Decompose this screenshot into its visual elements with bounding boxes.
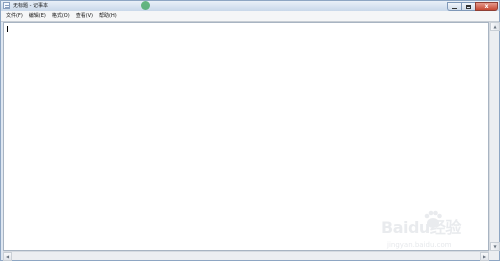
minimize-icon [452, 7, 457, 9]
close-button[interactable]: x [475, 2, 498, 11]
close-icon: x [484, 3, 489, 10]
menu-bar: 文件(F) 编辑(E) 格式(O) 查看(V) 帮助(H) [1, 11, 499, 22]
scroll-up-button[interactable]: ▲ [490, 22, 500, 31]
chevron-up-icon: ▲ [493, 24, 497, 29]
notepad-icon[interactable] [3, 2, 10, 9]
menu-edit[interactable]: 编辑(E) [26, 11, 49, 21]
minimize-button[interactable] [447, 2, 461, 11]
watermark-url: jingyan.baidu.com [387, 241, 452, 249]
notepad-window: 无标题 - 记事本 x 文件(F) 编辑(E) 格式(O) 查看(V) 帮助(H… [0, 0, 500, 261]
scroll-left-button[interactable]: ◀ [3, 252, 12, 261]
maximize-button[interactable] [461, 2, 475, 11]
chevron-left-icon: ◀ [5, 254, 10, 259]
text-caret [7, 26, 8, 32]
title-bar[interactable]: 无标题 - 记事本 x [1, 1, 499, 11]
chevron-down-icon: ▼ [493, 244, 497, 249]
paw-icon [424, 210, 442, 228]
background-app-icon [141, 1, 150, 10]
watermark: Baidu经验 jingyan.baidu.com [381, 206, 493, 258]
menu-view[interactable]: 查看(V) [73, 11, 96, 21]
menu-help[interactable]: 帮助(H) [96, 11, 120, 21]
maximize-icon [466, 4, 471, 9]
menu-format[interactable]: 格式(O) [49, 11, 73, 21]
window-title: 无标题 - 记事本 [13, 3, 48, 9]
menu-file[interactable]: 文件(F) [3, 11, 26, 21]
